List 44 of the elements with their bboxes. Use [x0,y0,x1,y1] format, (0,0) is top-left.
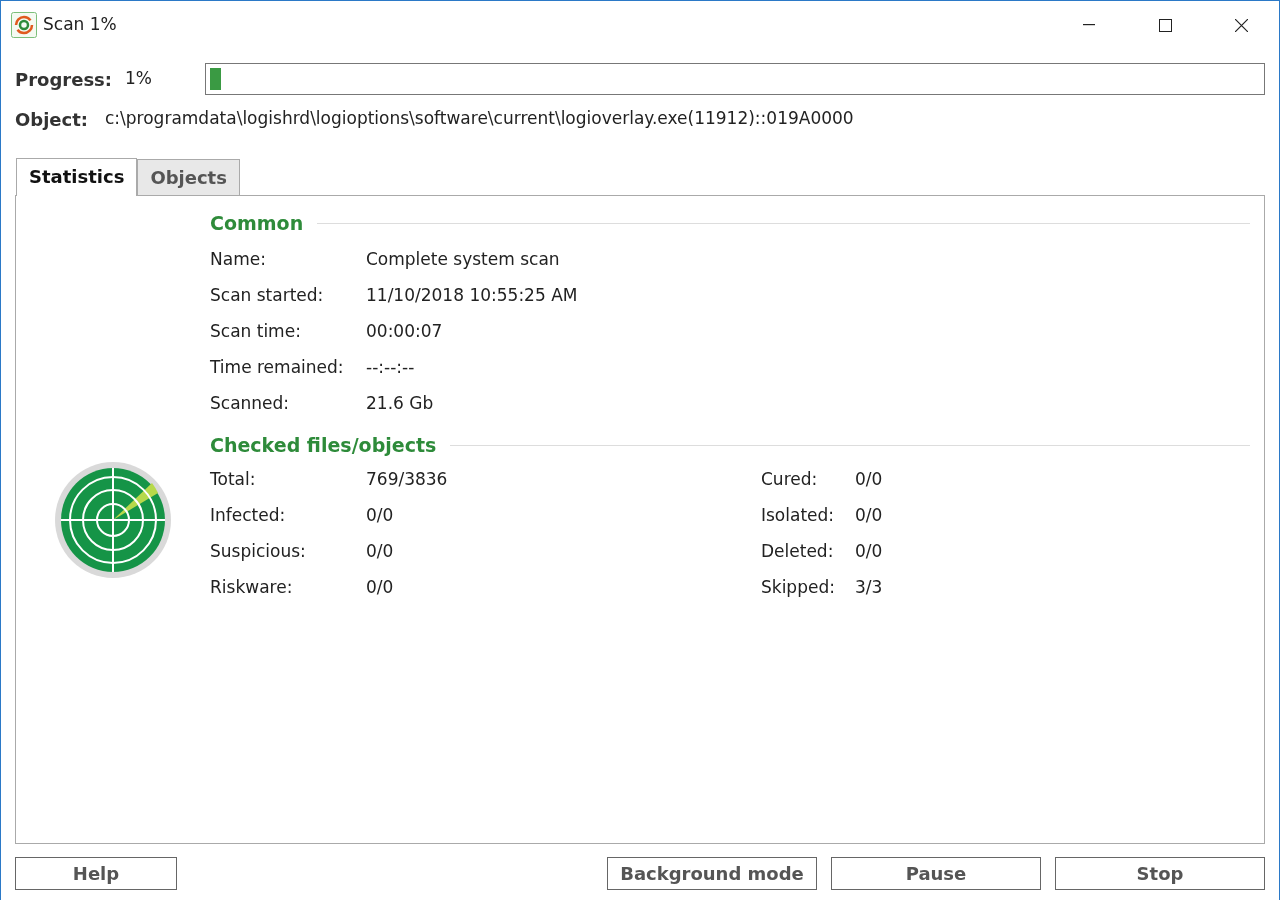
tab[interactable]: Objects [137,159,240,195]
field-value: 00:00:07 [366,320,443,344]
window-title: Scan 1% [43,13,117,37]
field-value: 769/3836 [366,468,448,492]
object-path: c:\programdata\logishrd\logioptions\software\current\logioverlay.exe(11912)::019A0000 [105,107,854,131]
field-value: --:--:-- [366,356,415,380]
field-value: 0/0 [855,540,883,564]
field-label: Skipped: [761,576,836,600]
tab[interactable]: Statistics [16,158,138,196]
close-icon[interactable] [1234,18,1248,32]
field-value: 0/0 [366,576,394,600]
field-value: Complete system scan [366,248,560,272]
minimize-icon[interactable] [1083,24,1095,26]
field-value: 0/0 [366,540,394,564]
field-value: 0/0 [855,468,883,492]
field-label: Riskware: [210,576,294,600]
field-label: Total: [210,468,257,492]
object-label: Object: [15,107,90,132]
section-heading: Common [210,210,304,236]
dialog-button[interactable]: Background mode [607,857,817,890]
field-label: Scanned: [210,392,291,416]
section-heading: Checked files/objects [210,432,437,458]
field-value: 0/0 [366,504,394,528]
dialog-button[interactable]: Stop [1055,857,1265,890]
field-label: Isolated: [761,504,836,528]
field-value: 0/0 [855,504,883,528]
dialog-button[interactable]: Help [15,857,177,890]
field-label: Suspicious: [210,540,307,564]
field-value: 21.6 Gb [366,392,434,416]
progress-reading: 1% [125,67,153,91]
field-label: Name: [210,248,267,272]
field-label: Cured: [761,468,819,492]
field-label: Infected: [210,504,287,528]
field-label: Time remained: [210,356,345,380]
maximize-icon[interactable] [1158,18,1172,32]
field-value: 3/3 [855,576,883,600]
app-icon [11,12,37,38]
progress-label: Progress: [15,67,114,92]
field-value: 11/10/2018 10:55:25 AM [366,284,578,308]
field-label: Scan time: [210,320,302,344]
radar-icon [54,460,172,579]
dialog-button[interactable]: Pause [831,857,1041,890]
field-label: Scan started: [210,284,325,308]
field-label: Deleted: [761,540,835,564]
